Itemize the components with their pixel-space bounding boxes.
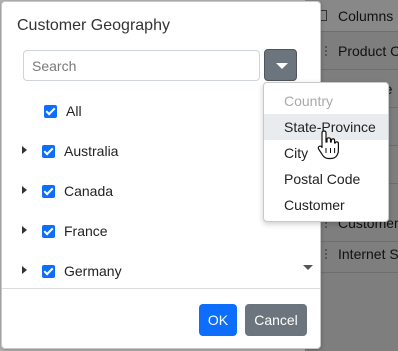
tree-item-france[interactable]: France [4, 216, 296, 246]
field-label: Product C [338, 43, 398, 59]
tree-item-australia[interactable]: Australia [4, 136, 296, 166]
caret-right-icon[interactable] [22, 146, 27, 154]
tree-item-label: All [66, 103, 82, 119]
level-dropdown-button[interactable] [264, 49, 297, 81]
caret-right-icon[interactable] [22, 226, 27, 234]
caret-right-icon[interactable] [22, 266, 27, 274]
tree-item-label: Australia [64, 143, 119, 159]
checkbox-checked-icon[interactable] [42, 185, 55, 198]
search-input[interactable] [23, 50, 260, 81]
footer-divider [2, 288, 320, 289]
tree-item-label: Canada [64, 183, 114, 199]
tree-item-all[interactable]: All [4, 96, 296, 126]
tree-item-label: Germany [64, 263, 122, 279]
menu-item-postal-code[interactable]: Postal Code [264, 166, 388, 192]
field-label: Internet S [338, 246, 398, 262]
caret-down-icon [276, 63, 288, 69]
menu-item-country: Country [284, 93, 334, 109]
dialog-title: Customer Geography [17, 17, 170, 34]
columns-label: Columns [338, 8, 394, 24]
hand-pointer-icon [317, 130, 339, 160]
cancel-button[interactable]: Cancel [245, 304, 307, 336]
checkbox-checked-icon[interactable] [42, 145, 55, 158]
caret-right-icon[interactable] [22, 186, 27, 194]
menu-item-customer[interactable]: Customer [264, 192, 388, 218]
scroll-down-arrow-icon[interactable] [303, 265, 313, 270]
tree-item-canada[interactable]: Canada [4, 176, 296, 206]
checkbox-checked-icon[interactable] [44, 105, 57, 118]
ok-button[interactable]: OK [199, 304, 237, 336]
tree-item-label: France [64, 223, 108, 239]
checkbox-checked-icon[interactable] [42, 225, 55, 238]
checkbox-checked-icon[interactable] [42, 265, 55, 278]
tree-item-germany[interactable]: Germany [4, 256, 296, 286]
